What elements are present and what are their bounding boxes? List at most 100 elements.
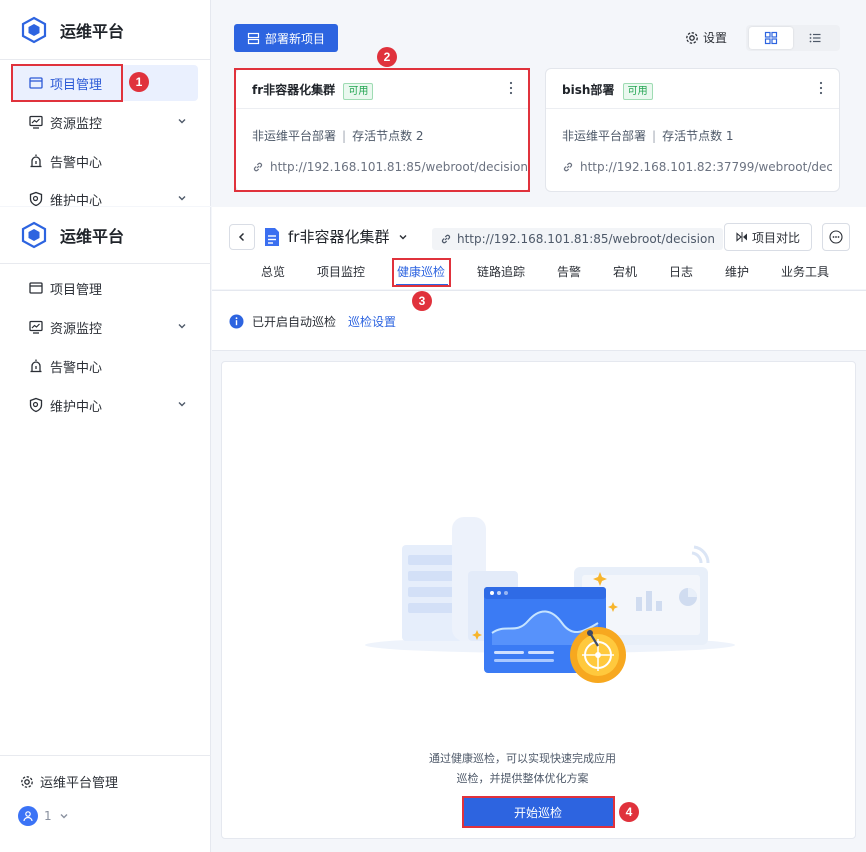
project-card-header: bish部署 可用 [546, 69, 839, 109]
separator: | [652, 129, 657, 143]
shield-search-icon [28, 397, 44, 413]
divider [0, 263, 211, 264]
project-info: 非运维平台部署 | 存活节点数 1 [562, 127, 734, 144]
deploy-new-project-button[interactable]: 部署新项目 [234, 24, 338, 52]
sidebar-item-label: 维护中心 [50, 399, 103, 415]
settings-button[interactable]: 设置 [685, 29, 727, 46]
list-view-button[interactable] [793, 27, 837, 49]
tab-overview[interactable]: 总览 [261, 263, 285, 280]
avatar [18, 806, 38, 826]
user-icon [22, 810, 34, 822]
view-toggle [746, 25, 840, 51]
sidebar-item-label: 告警中心 [50, 155, 103, 171]
sidebar-item-project-management[interactable]: 项目管理 [12, 270, 198, 306]
inspection-settings-link[interactable]: 巡检设置 [348, 313, 396, 330]
brand[interactable]: 运维平台 [20, 221, 124, 249]
project-card[interactable]: bish部署 可用 非运维平台部署 | 存活节点数 1 http://192.168… [545, 68, 840, 192]
link-icon [440, 233, 452, 245]
chevron-down-icon [176, 192, 188, 204]
link-icon [562, 161, 574, 173]
logo-cube-icon [20, 221, 48, 249]
sidebar-top: 运维平台 项目管理 资源监控 告警中心 维护中心 [0, 0, 211, 206]
sidebar-item-maintenance-center[interactable]: 维护中心 [12, 181, 198, 206]
project-selector[interactable]: fr非容器化集群 [264, 226, 409, 247]
project-compare-button[interactable]: 项目对比 [724, 223, 812, 251]
deploy-type: 非运维平台部署 [562, 129, 647, 143]
status-badge: 可用 [622, 83, 653, 100]
notice-text: 已开启自动巡检 [252, 315, 337, 329]
logo-cube-icon [20, 16, 48, 44]
monitor-icon [28, 319, 44, 335]
chevron-down-icon [58, 810, 70, 822]
brand-title: 运维平台 [60, 227, 125, 246]
sidebar-item-label: 资源监控 [50, 116, 103, 132]
step-marker: 2 [377, 47, 397, 67]
chevron-left-icon [236, 231, 248, 243]
divider [0, 59, 210, 60]
description-line: 巡检，并提供整体优化方案 [456, 772, 589, 785]
gear-icon [685, 31, 699, 45]
screenshot-root: 运维平台 项目管理 资源监控 告警中心 维护中心 部署新项目 设置 fr非容器化… [0, 0, 866, 852]
nodes-count: 1 [725, 129, 734, 143]
chevron-down-icon [397, 231, 409, 243]
project-url-text: http://192.168.101.82:37799/webroot/deci… [580, 160, 832, 174]
step-marker: 3 [412, 291, 432, 311]
info-icon [229, 314, 244, 329]
sidebar-item-label: 资源监控 [50, 321, 103, 337]
shield-search-icon [28, 191, 44, 206]
user-name: 1 [44, 809, 52, 823]
brand[interactable]: 运维平台 [20, 16, 124, 44]
document-icon [264, 227, 280, 247]
alarm-icon [28, 153, 44, 169]
highlight-box [11, 64, 123, 102]
monitor-icon [28, 114, 44, 130]
empty-state-description: 通过健康巡检，可以实现快速完成应用 巡检，并提供整体优化方案 [400, 749, 645, 789]
sidebar-item-label: 项目管理 [50, 282, 103, 298]
chevron-down-icon [176, 398, 188, 410]
brand-title: 运维平台 [60, 22, 125, 41]
nodes-label: 存活节点数 [662, 129, 723, 143]
chevron-down-icon [176, 115, 188, 127]
more-horizontal-icon [829, 230, 843, 244]
sidebar: 运维平台 项目管理 资源监控 告警中心 维护中心 运维平台管理 1 [0, 207, 211, 852]
grid-view-button[interactable] [749, 27, 793, 49]
tab-project-monitor[interactable]: 项目监控 [317, 263, 365, 280]
tab-downtime[interactable]: 宕机 [613, 263, 637, 280]
tab-trace[interactable]: 链路追踪 [477, 263, 525, 280]
auto-inspection-notice: 已开启自动巡检 巡检设置 [212, 290, 866, 351]
more-button[interactable] [822, 223, 850, 251]
compare-label: 项目对比 [751, 230, 800, 245]
alarm-icon [28, 358, 44, 374]
sidebar-item-label: 告警中心 [50, 360, 103, 376]
server-icon [247, 32, 260, 45]
step-marker: 1 [129, 72, 149, 92]
tab-alarm[interactable]: 告警 [557, 263, 581, 280]
sidebar-item-maintenance-center[interactable]: 维护中心 [12, 387, 198, 423]
highlight-box [392, 258, 451, 287]
sidebar-item-alarm-center[interactable]: 告警中心 [12, 143, 198, 179]
divider [0, 755, 211, 756]
highlight-box [462, 796, 615, 828]
user-menu[interactable]: 1 [18, 806, 70, 826]
gear-icon [20, 775, 34, 789]
health-check-illustration [365, 517, 735, 683]
chevron-down-icon [176, 320, 188, 332]
highlight-box [234, 68, 530, 192]
compare-icon [736, 231, 748, 243]
sidebar-item-resource-monitor[interactable]: 资源监控 [12, 309, 198, 345]
platform-management-link[interactable]: 运维平台管理 [20, 772, 118, 791]
project-url-pill[interactable]: http://192.168.101.81:85/webroot/decisio… [432, 228, 723, 250]
tab-logs[interactable]: 日志 [669, 263, 693, 280]
tab-business-tools[interactable]: 业务工具 [781, 263, 829, 280]
step-marker: 4 [619, 802, 639, 822]
more-vertical-icon[interactable] [819, 81, 823, 95]
description-line: 通过健康巡检，可以实现快速完成应用 [429, 752, 616, 765]
folder-icon [28, 280, 44, 296]
sidebar-item-label: 维护中心 [50, 193, 103, 207]
tab-maintenance[interactable]: 维护 [725, 263, 749, 280]
notice-row: 已开启自动巡检 巡检设置 [229, 313, 396, 330]
sidebar-item-alarm-center[interactable]: 告警中心 [12, 348, 198, 384]
sidebar-item-resource-monitor[interactable]: 资源监控 [12, 104, 198, 140]
back-button[interactable] [229, 224, 255, 250]
project-url[interactable]: http://192.168.101.82:37799/webroot/deci… [562, 160, 832, 174]
